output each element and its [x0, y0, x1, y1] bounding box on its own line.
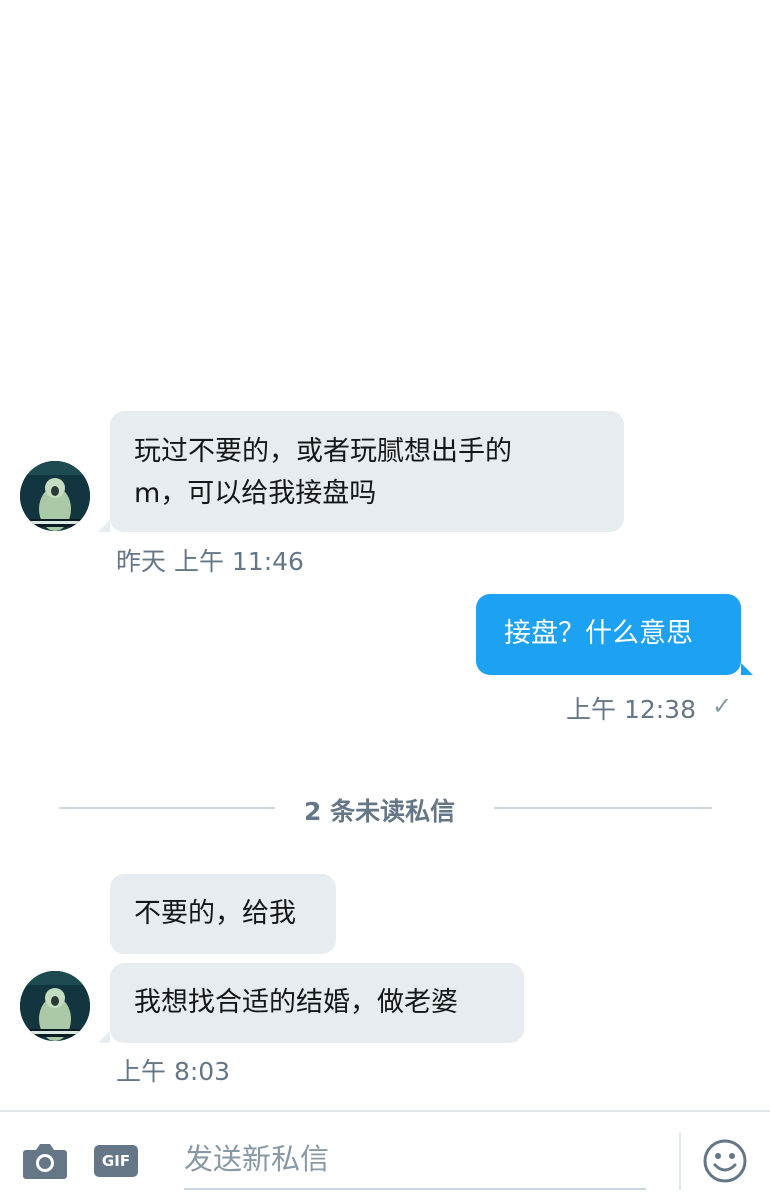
- new-message-input[interactable]: [184, 1130, 646, 1190]
- message-timestamp: 昨天 上午 11:46: [116, 547, 304, 576]
- message-bubble-incoming[interactable]: 玩过不要的，或者玩腻想出手的 m，可以给我接盘吗: [110, 411, 624, 532]
- emoji-icon[interactable]: [702, 1138, 748, 1184]
- message-composer: GIF: [0, 1110, 770, 1200]
- avatar[interactable]: [20, 971, 90, 1041]
- message-text: 我想找合适的结婚，做老婆: [134, 987, 458, 1018]
- unread-divider-label: 2 条未读私信: [304, 797, 456, 826]
- message-text: 接盘？什么意思: [504, 618, 693, 649]
- gif-icon[interactable]: GIF: [94, 1145, 138, 1177]
- avatar-image: [20, 461, 90, 531]
- message-timestamp: 上午 8:03: [116, 1057, 231, 1086]
- message-text-line: m，可以给我接盘吗: [134, 478, 377, 509]
- divider-line: [59, 807, 275, 809]
- message-bubble-incoming[interactable]: 不要的，给我: [110, 874, 336, 954]
- bubble-tail: [98, 1031, 110, 1043]
- divider-line: [494, 807, 712, 809]
- divider: [679, 1132, 681, 1190]
- bubble-tail: [98, 520, 110, 532]
- message-bubble-outgoing[interactable]: 接盘？什么意思: [476, 594, 741, 675]
- camera-icon[interactable]: [22, 1140, 68, 1180]
- message-text: 不要的，给我: [134, 898, 296, 929]
- avatar-image: [20, 971, 90, 1041]
- conversation-view: 玩过不要的，或者玩腻想出手的 m，可以给我接盘吗 昨天 上午 11:46 接盘？…: [0, 0, 770, 1110]
- message-text-line: 玩过不要的，或者玩腻想出手的: [134, 436, 512, 467]
- message-bubble-incoming[interactable]: 我想找合适的结婚，做老婆: [110, 963, 524, 1043]
- bubble-tail: [741, 663, 753, 675]
- avatar[interactable]: [20, 461, 90, 531]
- message-timestamp: 上午 12:38: [566, 695, 696, 724]
- read-receipt-icon: ✓: [712, 692, 733, 720]
